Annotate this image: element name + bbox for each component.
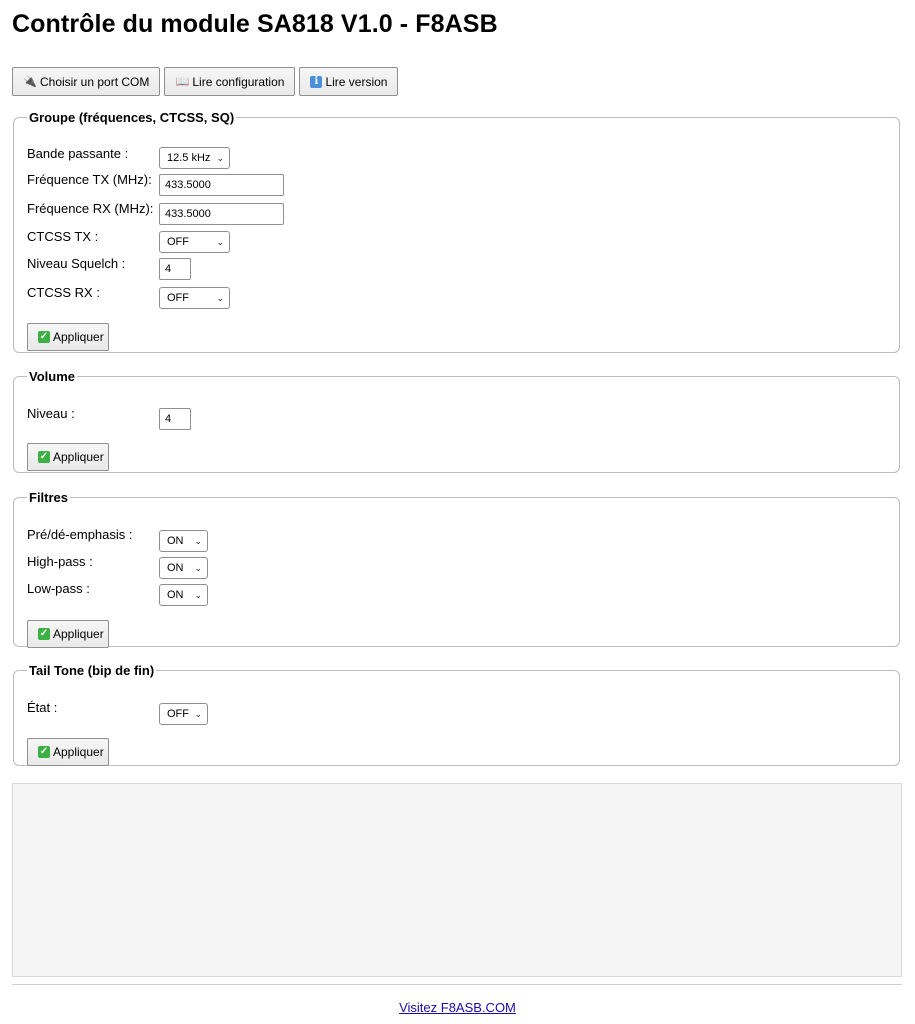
filters-apply-label: Appliquer [53, 627, 104, 641]
tailtone-state-label: État : [27, 700, 58, 715]
checkmark-icon: ✓ [38, 451, 50, 463]
rx-frequency-value: 433.5000 [165, 208, 211, 220]
checkmark-icon: ✓ [38, 628, 50, 640]
squelch-label: Niveau Squelch : [27, 256, 126, 271]
toolbar: 🔌 Choisir un port COM 📖 Lire configurati… [12, 67, 399, 96]
read-version-label: Lire version [325, 74, 388, 89]
volume-level-input[interactable]: 4 [159, 408, 191, 430]
emphasis-select[interactable]: ON ⌄ [159, 530, 208, 552]
footer-divider [12, 984, 902, 985]
book-icon: 📖 [175, 76, 190, 88]
volume-legend: Volume [29, 369, 75, 384]
chevron-down-icon: ⌄ [194, 562, 202, 573]
filters-apply-button[interactable]: ✓ Appliquer [27, 620, 109, 648]
filters-legend: Filtres [29, 490, 69, 505]
log-output-area[interactable] [12, 783, 902, 977]
volume-apply-label: Appliquer [53, 450, 104, 464]
volume-level-value: 4 [165, 413, 172, 425]
emphasis-label: Pré/dé-emphasis : [27, 527, 133, 542]
tailtone-apply-label: Appliquer [53, 745, 104, 759]
tx-frequency-value: 433.5000 [165, 179, 211, 191]
info-icon: i [310, 75, 323, 88]
ctcss-tx-label: CTCSS TX : [27, 229, 99, 244]
chevron-down-icon: ⌄ [194, 535, 202, 546]
choose-com-port-button[interactable]: 🔌 Choisir un port COM [12, 67, 161, 96]
rx-frequency-label: Fréquence RX (MHz): [27, 201, 154, 216]
ctcss-rx-value: OFF [167, 292, 189, 304]
tailtone-state-value: OFF [167, 708, 189, 720]
checkmark-icon: ✓ [38, 746, 50, 758]
squelch-input[interactable]: 4 [159, 258, 191, 280]
ctcss-rx-select[interactable]: OFF ⌄ [159, 287, 230, 309]
emphasis-value: ON [167, 535, 184, 547]
chevron-down-icon: ⌄ [216, 152, 224, 163]
highpass-value: ON [167, 562, 184, 574]
group-legend: Groupe (fréquences, CTCSS, SQ) [29, 110, 235, 125]
volume-level-label: Niveau : [27, 406, 75, 421]
plug-icon: 🔌 [23, 76, 37, 88]
volume-apply-button[interactable]: ✓ Appliquer [27, 443, 109, 471]
chevron-down-icon: ⌄ [216, 236, 224, 247]
lowpass-select[interactable]: ON ⌄ [159, 584, 208, 606]
squelch-value: 4 [165, 263, 172, 275]
chevron-down-icon: ⌄ [194, 708, 202, 719]
chevron-down-icon: ⌄ [194, 589, 202, 600]
filters-fieldset: Filtres Pré/dé-emphasis : ON ⌄ High-pass… [13, 490, 900, 648]
lowpass-value: ON [167, 589, 184, 601]
highpass-label: High-pass : [27, 554, 93, 569]
bandwidth-label: Bande passante : [27, 146, 129, 161]
choose-com-port-label: Choisir un port COM [40, 74, 150, 89]
read-version-button[interactable]: i Lire version [299, 67, 399, 96]
tailtone-legend: Tail Tone (bip de fin) [29, 663, 155, 678]
lowpass-label: Low-pass : [27, 581, 90, 596]
ctcss-tx-select[interactable]: OFF ⌄ [159, 231, 230, 253]
group-apply-button[interactable]: ✓ Appliquer [27, 323, 109, 351]
group-apply-label: Appliquer [53, 330, 104, 344]
f8asb-website-link[interactable]: Visitez F8ASB.COM [399, 1000, 516, 1015]
group-fieldset: Groupe (fréquences, CTCSS, SQ) Bande pas… [13, 110, 900, 353]
bandwidth-select[interactable]: 12.5 kHz ⌄ [159, 147, 230, 169]
ctcss-rx-label: CTCSS RX : [27, 285, 100, 300]
tx-frequency-label: Fréquence TX (MHz): [27, 172, 152, 187]
tx-frequency-input[interactable]: 433.5000 [159, 174, 284, 196]
rx-frequency-input[interactable]: 433.5000 [159, 203, 284, 225]
ctcss-tx-value: OFF [167, 236, 189, 248]
tailtone-state-select[interactable]: OFF ⌄ [159, 703, 208, 725]
read-config-button[interactable]: 📖 Lire configuration [164, 67, 296, 96]
read-config-label: Lire configuration [192, 74, 285, 89]
checkmark-icon: ✓ [38, 331, 50, 343]
chevron-down-icon: ⌄ [216, 292, 224, 303]
volume-fieldset: Volume Niveau : 4 ✓ Appliquer [13, 369, 900, 473]
highpass-select[interactable]: ON ⌄ [159, 557, 208, 579]
tailtone-fieldset: Tail Tone (bip de fin) État : OFF ⌄ ✓ Ap… [13, 663, 900, 766]
bandwidth-value: 12.5 kHz [167, 152, 211, 164]
footer: Visitez F8ASB.COM [0, 1000, 915, 1015]
page-title: Contrôle du module SA818 V1.0 - F8ASB [12, 10, 498, 38]
tailtone-apply-button[interactable]: ✓ Appliquer [27, 738, 109, 766]
